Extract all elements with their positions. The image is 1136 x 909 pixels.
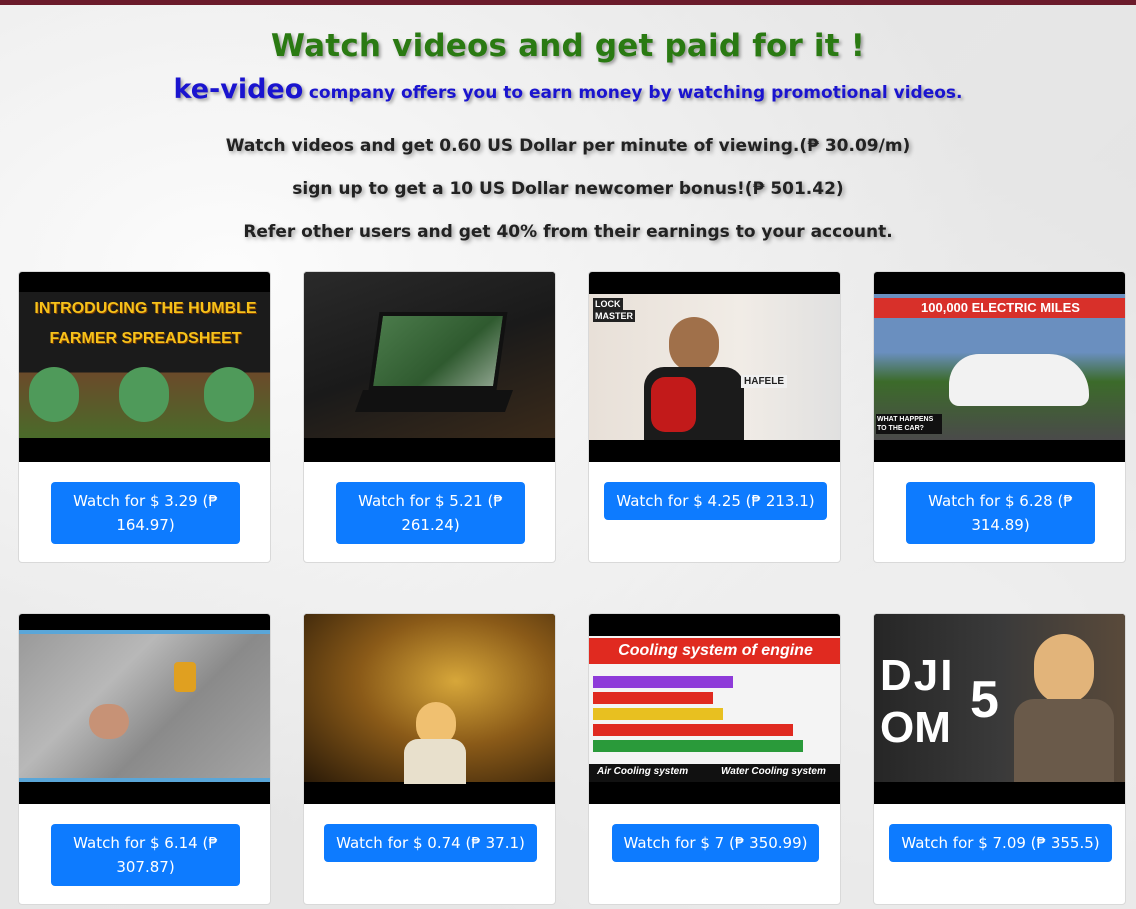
thumbnail-caption-2: OM bbox=[880, 703, 951, 752]
thumbnail-caption-1: 100,000 ELECTRIC MILES bbox=[874, 298, 1125, 318]
watch-button[interactable]: Watch for $ 6.28 (₱ 314.89) bbox=[906, 482, 1095, 544]
kettle bbox=[651, 377, 696, 432]
watch-button[interactable]: Watch for $ 4.25 (₱ 213.1) bbox=[604, 482, 827, 520]
frog-figure bbox=[204, 367, 254, 422]
referral-line: Refer other users and get 40% from their… bbox=[243, 222, 893, 242]
video-thumbnail[interactable]: 100,000 ELECTRIC MILES WHAT HAPPENS TO T… bbox=[874, 272, 1125, 462]
thumbnail-caption-1: INTRODUCING THE HUMBLE bbox=[34, 300, 257, 317]
video-card: Watch for $ 0.74 (₱ 37.1) bbox=[303, 613, 556, 905]
watch-button[interactable]: Watch for $ 5.21 (₱ 261.24) bbox=[336, 482, 525, 544]
watch-button[interactable]: Watch for $ 0.74 (₱ 37.1) bbox=[324, 824, 537, 862]
list-bar bbox=[593, 676, 733, 688]
watch-button[interactable]: Watch for $ 7 (₱ 350.99) bbox=[611, 824, 820, 862]
person-head bbox=[1034, 634, 1094, 704]
watch-button[interactable]: Watch for $ 3.29 (₱ 164.97) bbox=[51, 482, 240, 544]
list-bar bbox=[593, 708, 723, 720]
thumbnail-caption-1: Cooling system of engine bbox=[589, 638, 840, 664]
video-thumbnail[interactable]: LOCK MASTER HAFELE bbox=[589, 272, 840, 462]
thumbnail-caption-2: MASTER bbox=[593, 310, 635, 322]
hand bbox=[89, 704, 129, 739]
video-thumbnail[interactable]: INTRODUCING THE HUMBLE FARMER SPREADSHEE… bbox=[19, 272, 270, 462]
thumbnail-caption-2: WHAT HAPPENS TO THE CAR? bbox=[876, 414, 942, 434]
list-bar bbox=[593, 740, 803, 752]
thumbnail-caption-1: LOCK bbox=[593, 298, 623, 310]
video-card: DJI OM 5 Watch for $ 7.09 (₱ 355.5) bbox=[873, 613, 1126, 905]
watch-button[interactable]: Watch for $ 7.09 (₱ 355.5) bbox=[889, 824, 1112, 862]
thumbnail-caption-3: Water Cooling system bbox=[721, 766, 826, 777]
video-card: LOCK MASTER HAFELE Watch for $ 4.25 (₱ 2… bbox=[588, 271, 841, 563]
car bbox=[949, 354, 1089, 406]
page-title: Watch videos and get paid for it ! bbox=[270, 28, 866, 64]
frog-figure bbox=[119, 367, 169, 422]
video-card: 100,000 ELECTRIC MILES WHAT HAPPENS TO T… bbox=[873, 271, 1126, 563]
video-thumbnail[interactable] bbox=[304, 614, 555, 804]
video-card: Watch for $ 5.21 (₱ 261.24) bbox=[303, 271, 556, 563]
video-thumbnail[interactable]: DJI OM 5 bbox=[874, 614, 1125, 804]
video-thumbnail[interactable]: Cooling system of engine Air Cooling sys… bbox=[589, 614, 840, 804]
tagline-text: company offers you to earn money by watc… bbox=[308, 83, 963, 103]
thumbnail-caption-2: FARMER SPREADSHEET bbox=[49, 330, 242, 347]
thumbnail-caption-1: DJI bbox=[880, 651, 955, 700]
video-card: INTRODUCING THE HUMBLE FARMER SPREADSHEE… bbox=[18, 271, 271, 563]
rate-line: Watch videos and get 0.60 US Dollar per … bbox=[225, 136, 911, 156]
frog-figure bbox=[29, 367, 79, 422]
watch-button[interactable]: Watch for $ 6.14 (₱ 307.87) bbox=[51, 824, 240, 886]
video-card: Watch for $ 6.14 (₱ 307.87) bbox=[18, 613, 271, 905]
tagline: ke-video company offers you to earn mone… bbox=[0, 74, 1136, 105]
thumbnail-caption-3: HAFELE bbox=[741, 375, 787, 388]
jar bbox=[174, 662, 196, 692]
person-head bbox=[669, 317, 719, 372]
brand-name: ke-video bbox=[173, 74, 304, 105]
top-border bbox=[0, 0, 1136, 5]
list-bar bbox=[593, 724, 793, 736]
video-card: Cooling system of engine Air Cooling sys… bbox=[588, 613, 841, 905]
laptop-base bbox=[354, 390, 514, 412]
thumbnail-caption-3: 5 bbox=[970, 671, 999, 729]
page-header: Watch videos and get paid for it ! ke-vi… bbox=[0, 28, 1136, 105]
bonus-line: sign up to get a 10 US Dollar newcomer b… bbox=[292, 179, 844, 199]
list-bar bbox=[593, 692, 713, 704]
video-thumbnail[interactable] bbox=[19, 614, 270, 804]
person-body bbox=[404, 739, 466, 784]
laptop-screen bbox=[368, 312, 508, 390]
person-body bbox=[1014, 699, 1114, 782]
thumbnail-caption-2: Air Cooling system bbox=[597, 766, 689, 777]
video-thumbnail[interactable] bbox=[304, 272, 555, 462]
